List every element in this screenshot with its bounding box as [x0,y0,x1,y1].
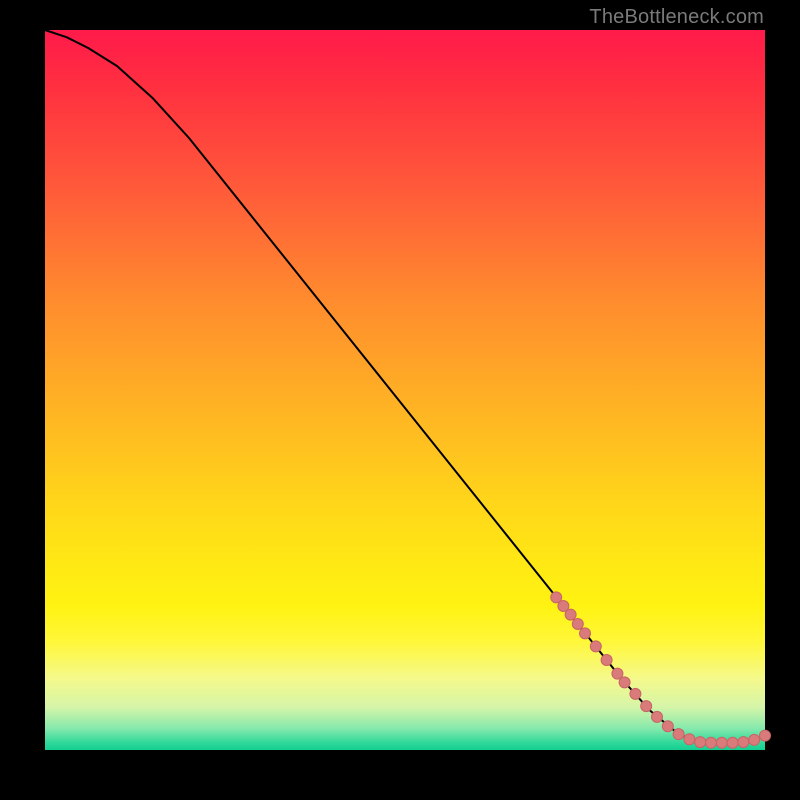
marker-layer [551,592,771,748]
data-marker [572,619,583,630]
data-marker [673,729,684,740]
data-marker [601,655,612,666]
data-marker [590,641,601,652]
attribution-label: TheBottleneck.com [589,6,764,29]
data-marker [706,737,717,748]
plot-area [45,30,765,750]
data-marker [630,688,641,699]
data-marker [695,737,706,748]
data-marker [565,609,576,620]
data-marker [619,677,630,688]
data-marker [684,734,695,745]
data-marker [580,628,591,639]
data-marker [727,737,738,748]
data-marker [716,737,727,748]
data-marker [641,701,652,712]
data-marker [652,711,663,722]
data-marker [738,737,749,748]
data-marker [760,730,771,741]
data-marker [749,734,760,745]
chart-svg [45,30,765,750]
chart-container: TheBottleneck.com [0,0,800,800]
bottleneck-curve [45,30,765,743]
data-marker [662,721,673,732]
